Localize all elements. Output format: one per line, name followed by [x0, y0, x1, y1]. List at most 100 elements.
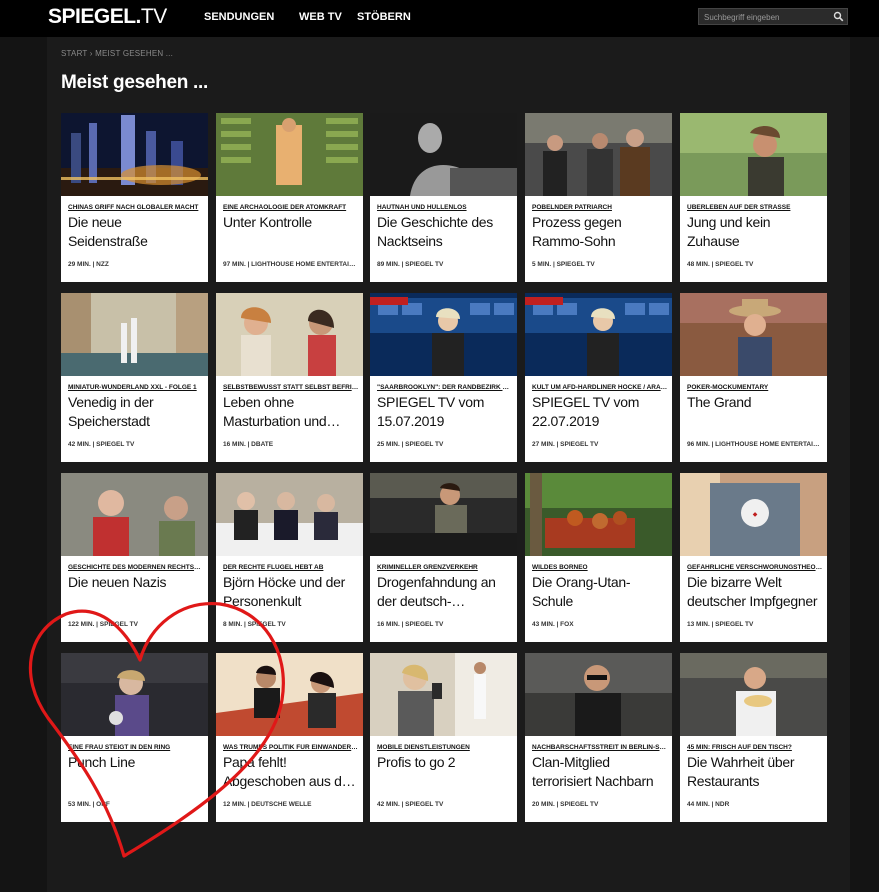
video-card[interactable]: EINE ARCHÄOLOGIE DER ATOMKRAFT Unter Kont… [216, 113, 363, 282]
video-card[interactable]: "SAARBROOKLYN": DER RANDBEZIRK DER SAARL… [370, 293, 517, 462]
video-thumbnail[interactable] [525, 653, 672, 736]
video-title[interactable]: Profis to go 2 [377, 753, 513, 772]
video-kicker: HAUTNAH UND HÜLLENLOS [377, 204, 467, 211]
svg-text:◆: ◆ [753, 512, 758, 518]
video-card[interactable]: WAS TRUMPS POLITIK FÜR EINWANDERER BEDEU… [216, 653, 363, 822]
video-thumbnail[interactable] [680, 293, 827, 376]
video-thumbnail[interactable] [216, 653, 363, 736]
video-title[interactable]: Die Geschichte des Nacktseins [377, 213, 513, 251]
video-meta: 42 MIN. | SPIEGEL TV [68, 441, 135, 448]
video-title[interactable]: Die Wahrheit über Restaurants [687, 753, 823, 791]
nav-web-tv[interactable]: WEB TV [299, 11, 342, 23]
search-icon[interactable] [833, 11, 844, 22]
video-kicker: "SAARBROOKLYN": DER RANDBEZIRK DER SAARL… [377, 384, 513, 391]
video-thumbnail[interactable] [525, 293, 672, 376]
video-card[interactable]: CHINAS GRIFF NACH GLOBALER MACHT Die neue… [61, 113, 208, 282]
video-kicker: NACHBARSCHAFTSSTREIT IN BERLIN-SPANDAU [532, 744, 668, 751]
video-title[interactable]: SPIEGEL TV vom 15.07.2019 [377, 393, 513, 431]
video-thumbnail[interactable]: ◆ [680, 473, 827, 556]
video-meta: 43 MIN. | FOX [532, 621, 574, 628]
video-card[interactable]: MOBILE DIENSTLEISTUNGEN Profis to go 2 42 … [370, 653, 517, 822]
video-meta: 97 MIN. | LIGHTHOUSE HOME ENTERTAINMENT [223, 261, 359, 268]
video-thumbnail[interactable] [216, 293, 363, 376]
video-thumbnail[interactable] [370, 113, 517, 196]
video-card[interactable]: ÜBERLEBEN AUF DER STRASSE Jung und kein Z… [680, 113, 827, 282]
video-title[interactable]: Jung und kein Zuhause [687, 213, 823, 251]
video-title[interactable]: Unter Kontrolle [223, 213, 359, 232]
video-card[interactable]: EINE FRAU STEIGT IN DEN RING Punch Line 53… [61, 653, 208, 822]
video-kicker: WILDES BORNEO [532, 564, 588, 571]
video-kicker: MOBILE DIENSTLEISTUNGEN [377, 744, 470, 751]
video-title[interactable]: Papa fehlt! Abgeschoben aus den USA [223, 753, 359, 791]
video-kicker: MINIATUR-WUNDERLAND XXL - FOLGE 1 [68, 384, 197, 391]
video-title[interactable]: Clan-Mitglied terrorisiert Nachbarn [532, 753, 668, 791]
video-title[interactable]: Venedig in der Speicherstadt [68, 393, 204, 431]
video-meta: 48 MIN. | SPIEGEL TV [687, 261, 754, 268]
video-title[interactable]: Drogenfahndung an der deutsch-niederländ… [377, 573, 513, 611]
video-meta: 122 MIN. | SPIEGEL TV [68, 621, 138, 628]
video-title[interactable]: Die neuen Nazis [68, 573, 204, 592]
video-kicker: WAS TRUMPS POLITIK FÜR EINWANDERER BEDEU… [223, 744, 359, 751]
video-kicker: PÖBELNDER PATRIARCH [532, 204, 612, 211]
video-card[interactable]: PÖBELNDER PATRIARCH Prozess gegen Rammo-S… [525, 113, 672, 282]
video-meta: 42 MIN. | SPIEGEL TV [377, 801, 444, 808]
video-meta: 12 MIN. | DEUTSCHE WELLE [223, 801, 312, 808]
video-title[interactable]: Die bizarre Welt deutscher Impfgegner [687, 573, 823, 611]
video-card[interactable]: HAUTNAH UND HÜLLENLOS Die Geschichte des … [370, 113, 517, 282]
video-card[interactable]: NACHBARSCHAFTSSTREIT IN BERLIN-SPANDAU Cl… [525, 653, 672, 822]
video-title[interactable]: Punch Line [68, 753, 204, 772]
video-thumbnail[interactable] [525, 473, 672, 556]
video-thumbnail[interactable] [216, 113, 363, 196]
video-thumbnail[interactable] [216, 473, 363, 556]
video-thumbnail[interactable] [680, 653, 827, 736]
video-meta: 20 MIN. | SPIEGEL TV [532, 801, 599, 808]
search-box [698, 8, 848, 25]
nav-stoebern[interactable]: STÖBERN [357, 11, 411, 23]
video-thumbnail[interactable] [61, 113, 208, 196]
video-title[interactable]: The Grand [687, 393, 823, 412]
video-meta: 96 MIN. | LIGHTHOUSE HOME ENTERTAINMENT [687, 441, 823, 448]
video-meta: 25 MIN. | SPIEGEL TV [377, 441, 444, 448]
video-meta: 16 MIN. | DBATE [223, 441, 274, 448]
video-card[interactable]: KULT UM AFD-HARDLINER HÖCKE / ARABISCHE … [525, 293, 672, 462]
video-kicker: EINE FRAU STEIGT IN DEN RING [68, 744, 171, 751]
video-thumbnail[interactable] [370, 473, 517, 556]
video-title[interactable]: Leben ohne Masturbation und Porno [223, 393, 359, 431]
nav-sendungen[interactable]: SENDUNGEN [204, 11, 274, 23]
video-thumbnail[interactable] [370, 293, 517, 376]
video-meta: 5 MIN. | SPIEGEL TV [532, 261, 595, 268]
video-card[interactable]: POKER-MOCKUMENTARY The Grand 96 MIN. | LIG… [680, 293, 827, 462]
video-kicker: ÜBERLEBEN AUF DER STRASSE [687, 204, 791, 211]
breadcrumb-home[interactable]: START [61, 49, 87, 58]
video-card[interactable]: KRIMINELLER GRENZVERKEHR Drogenfahndung a… [370, 473, 517, 642]
search-input[interactable] [702, 10, 831, 25]
video-thumbnail[interactable] [61, 293, 208, 376]
video-kicker: DER RECHTE FLÜGEL HEBT AB [223, 564, 324, 571]
video-card[interactable]: GESCHICHTE DES MODERNEN RECHTSEXTREMISMU… [61, 473, 208, 642]
video-kicker: GESCHICHTE DES MODERNEN RECHTSEXTREMISMU… [68, 564, 204, 571]
video-title[interactable]: Die neue Seidenstraße [68, 213, 204, 251]
video-card[interactable]: MINIATUR-WUNDERLAND XXL - FOLGE 1 Venedig… [61, 293, 208, 462]
video-thumbnail[interactable] [370, 653, 517, 736]
video-title[interactable]: SPIEGEL TV vom 22.07.2019 [532, 393, 668, 431]
video-title[interactable]: Prozess gegen Rammo-Sohn [532, 213, 668, 251]
video-card[interactable]: WILDES BORNEO Die Orang-Utan-Schule 43 MIN… [525, 473, 672, 642]
video-card[interactable]: DER RECHTE FLÜGEL HEBT AB Björn Höcke und… [216, 473, 363, 642]
video-kicker: POKER-MOCKUMENTARY [687, 384, 769, 391]
video-meta: 13 MIN. | SPIEGEL TV [687, 621, 754, 628]
breadcrumb: START › MEIST GESEHEN ... [61, 49, 173, 58]
video-card[interactable]: SELBSTBEWUSST STATT SELBST BEFRIEDIGT Leb… [216, 293, 363, 462]
video-title[interactable]: Die Orang-Utan-Schule [532, 573, 668, 611]
video-card[interactable]: ◆ GEFÄHRLICHE VERSCHWÖRUNGSTHEORIE Die biz… [680, 473, 827, 642]
video-meta: 29 MIN. | NZZ [68, 261, 109, 268]
spiegel-tv-logo[interactable]: SPIEGEL.TV [48, 5, 167, 29]
video-thumbnail[interactable] [61, 653, 208, 736]
video-kicker: CHINAS GRIFF NACH GLOBALER MACHT [68, 204, 199, 211]
video-thumbnail[interactable] [61, 473, 208, 556]
video-card[interactable]: 45 MIN: FRISCH AUF DEN TISCH? Die Wahrhei… [680, 653, 827, 822]
video-title[interactable]: Björn Höcke und der Personenkult [223, 573, 359, 611]
video-meta: 44 MIN. | NDR [687, 801, 730, 808]
video-thumbnail[interactable] [680, 113, 827, 196]
video-thumbnail[interactable] [525, 113, 672, 196]
video-kicker: KRIMINELLER GRENZVERKEHR [377, 564, 478, 571]
